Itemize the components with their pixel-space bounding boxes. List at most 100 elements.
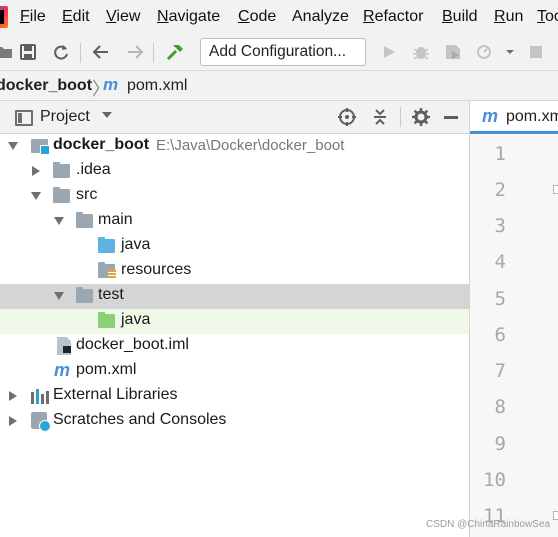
tree-row-main-java[interactable]: java — [0, 234, 469, 259]
chevron-down-icon[interactable] — [102, 112, 112, 118]
line-number: 9 — [494, 433, 506, 455]
tree-label: test — [98, 286, 124, 303]
tree-row-root[interactable]: docker_boot E:\Java\Docker\docker_boot — [0, 134, 469, 159]
tree-label: Scratches and Consoles — [53, 411, 227, 428]
tree-label: resources — [121, 261, 192, 278]
editor-tab-pom[interactable]: m pom.xm — [470, 101, 558, 134]
synchronize-icon[interactable] — [51, 42, 71, 62]
expand-arrow-icon[interactable] — [31, 192, 41, 200]
menu-bar: File Edit View Navigate Code Analyze Ref… — [0, 0, 558, 34]
profile-icon[interactable] — [475, 42, 495, 62]
tree-label: pom.xml — [76, 361, 137, 378]
add-configuration-button[interactable]: Add Configuration... — [200, 38, 366, 66]
tree-row-test[interactable]: test — [0, 284, 469, 309]
menu-code[interactable]: Code — [238, 8, 276, 26]
folder-icon — [53, 187, 70, 203]
run-icon[interactable] — [379, 42, 399, 62]
line-number: 3 — [494, 215, 506, 237]
resources-folder-icon — [98, 262, 116, 279]
tree-label: docker_boot.iml — [76, 336, 189, 353]
forward-arrow-icon[interactable] — [125, 42, 145, 62]
expand-arrow-icon[interactable] — [54, 217, 64, 225]
run-with-coverage-icon[interactable] — [443, 42, 463, 62]
breadcrumb: docker_boot 〉 m pom.xml — [0, 71, 558, 101]
breadcrumb-project[interactable]: docker_boot — [0, 77, 92, 95]
tree-row-test-java[interactable]: java — [0, 309, 469, 334]
tree-row-pom[interactable]: m pom.xml — [0, 359, 469, 384]
tree-row-scratches[interactable]: Scratches and Consoles — [0, 409, 469, 434]
tree-row-external-libraries[interactable]: External Libraries — [0, 384, 469, 409]
project-tree: docker_boot E:\Java\Docker\docker_boot .… — [0, 134, 469, 537]
fold-marker-icon[interactable] — [553, 185, 558, 194]
tree-row-idea[interactable]: .idea — [0, 159, 469, 184]
minimize-icon[interactable] — [444, 116, 458, 119]
collapse-arrow-icon[interactable] — [9, 416, 17, 426]
maven-file-icon: m — [54, 360, 71, 380]
project-panel-header: Project — [0, 101, 469, 134]
menu-edit[interactable]: Edit — [62, 8, 90, 26]
editor-tab-label: pom.xm — [506, 108, 558, 125]
project-view-selector[interactable]: Project — [40, 108, 90, 126]
tree-label: docker_boot — [53, 136, 150, 153]
stop-icon[interactable] — [526, 42, 546, 62]
source-folder-icon — [98, 237, 115, 253]
menu-build[interactable]: Build — [442, 8, 478, 26]
line-number: 2 — [494, 179, 506, 201]
line-number: 10 — [483, 469, 506, 491]
chevron-down-icon[interactable] — [500, 42, 520, 62]
menu-view[interactable]: View — [106, 8, 140, 26]
line-number: 1 — [494, 143, 506, 165]
tree-row-resources[interactable]: resources — [0, 259, 469, 284]
tree-path: E:\Java\Docker\docker_boot — [156, 137, 345, 154]
line-number: 8 — [494, 396, 506, 418]
breadcrumb-file[interactable]: pom.xml — [127, 77, 187, 95]
maven-file-icon: m — [482, 106, 499, 126]
tree-label: External Libraries — [53, 386, 178, 403]
watermark: CSDN @ChinaRainbowSea — [426, 519, 551, 530]
gear-icon[interactable] — [412, 108, 430, 126]
module-folder-icon — [31, 139, 50, 155]
header-separator — [400, 107, 401, 127]
menu-run[interactable]: Run — [494, 8, 523, 26]
iml-file-icon — [57, 337, 71, 355]
menu-refactor[interactable]: Refactor — [363, 8, 423, 26]
expand-arrow-icon[interactable] — [8, 142, 18, 150]
collapse-arrow-icon[interactable] — [32, 166, 40, 176]
tree-label: src — [76, 186, 98, 203]
toolbar-separator — [153, 43, 154, 63]
intellij-logo-icon — [0, 6, 8, 28]
menu-navigate[interactable]: Navigate — [157, 8, 220, 26]
collapse-arrow-icon[interactable] — [9, 391, 17, 401]
open-folder-icon[interactable] — [0, 42, 14, 62]
build-hammer-icon[interactable] — [165, 42, 185, 62]
line-number: 6 — [494, 324, 506, 346]
menu-file[interactable]: File — [20, 8, 46, 26]
fold-marker-icon[interactable] — [553, 511, 558, 520]
tree-label: main — [98, 211, 133, 228]
tree-row-src[interactable]: src — [0, 184, 469, 209]
scratches-icon — [31, 412, 51, 432]
tree-label: java — [121, 311, 151, 328]
line-number: 4 — [494, 251, 506, 273]
project-view-icon — [15, 110, 33, 126]
folder-icon — [53, 162, 70, 178]
back-arrow-icon[interactable] — [91, 42, 111, 62]
line-number: 7 — [494, 360, 506, 382]
tree-label: java — [121, 236, 151, 253]
menu-tools[interactable]: Too — [537, 8, 558, 26]
locate-target-icon[interactable] — [338, 108, 356, 126]
tree-row-main[interactable]: main — [0, 209, 469, 234]
line-number: 5 — [494, 288, 506, 310]
libraries-icon — [31, 389, 49, 404]
collapse-all-icon[interactable] — [371, 108, 389, 126]
menu-analyze[interactable]: Analyze — [292, 8, 349, 26]
save-all-icon[interactable] — [18, 42, 38, 62]
expand-arrow-icon[interactable] — [54, 292, 64, 300]
maven-file-icon: m — [103, 75, 119, 94]
tree-label: .idea — [76, 161, 111, 178]
tree-row-iml[interactable]: docker_boot.iml — [0, 334, 469, 359]
folder-icon — [76, 287, 93, 303]
folder-icon — [76, 212, 93, 228]
main-toolbar: Add Configuration... — [0, 34, 558, 71]
debug-icon[interactable] — [411, 42, 431, 62]
